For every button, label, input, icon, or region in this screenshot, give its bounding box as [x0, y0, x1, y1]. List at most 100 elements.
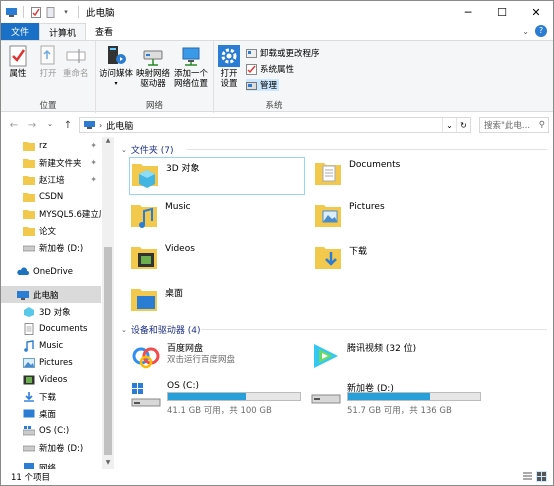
nav-item-pictures[interactable]: Pictures [1, 354, 101, 371]
group-location-label: 位置 [39, 101, 57, 111]
nav-item-videos[interactable]: Videos [1, 371, 101, 388]
tab-file[interactable]: 文件 [1, 23, 39, 40]
nav-item-onedrive[interactable]: OneDrive [1, 263, 101, 280]
map-drive-button[interactable]: 映射网络 驱动器 [136, 45, 170, 89]
devices-header-label: 设备和驱动器 (4) [130, 326, 201, 336]
pin-icon: ✦ [90, 175, 97, 184]
map-drive-label-1: 映射网络 [136, 69, 171, 79]
nav-item-desktop[interactable]: 桌面 [1, 405, 101, 422]
content-pane: ⌄ 文件夹 (7) 3D 对象 Documents Music Pictures… [117, 137, 553, 469]
folder-videos[interactable]: Videos [129, 241, 309, 279]
uninstall-icon [246, 48, 257, 58]
3d-folder-icon [132, 164, 158, 188]
open-button[interactable]: 打开 [37, 45, 59, 79]
manage-button[interactable]: 管理 [246, 79, 280, 91]
nav-item-mysql[interactable]: MYSQL5.6建立库 [1, 205, 101, 222]
device-baidu-netdisk[interactable]: 百度网盘 双击运行百度网盘 [131, 339, 311, 379]
nav-scrollbar[interactable]: ▲ ▼ [102, 137, 114, 469]
search-box[interactable]: 搜索"此电... ⚲ [479, 117, 549, 133]
folder-documents[interactable]: Documents [313, 157, 493, 195]
nav-item-drive-d-quick[interactable]: 新加卷 (D:) [1, 239, 101, 256]
drive-icon [311, 394, 341, 404]
address-bar[interactable]: › 此电脑 ⌄ ↻ [79, 117, 471, 133]
nav-item-thesis[interactable]: 论文 [1, 222, 101, 239]
folders-section-header[interactable]: ⌄ 文件夹 (7) [121, 143, 174, 157]
folder-icon [23, 175, 35, 185]
folder-icon [23, 158, 35, 168]
tencent-name: 腾讯视频 (32 位) [347, 344, 417, 354]
nav-item-rz[interactable]: rz ✦ [1, 137, 101, 154]
tab-computer[interactable]: 计算机 [39, 23, 87, 40]
pin-icon: ✦ [90, 158, 97, 167]
group-system: 打开 设置 卸载或更改程序 系统属性 管理 系统 [214, 41, 334, 113]
uninstall-button[interactable]: 卸载或更改程序 [246, 47, 320, 59]
nav-item-music[interactable]: Music [1, 337, 101, 354]
refresh-icon[interactable]: ↻ [456, 118, 470, 132]
properties-icon[interactable] [30, 6, 42, 18]
ribbon: 属性 打开 重命名 位置 访问媒体 ▾ 映射网络 驱动器 添加一个 网络位置 网… [1, 40, 553, 113]
forward-button[interactable]: → [25, 120, 39, 131]
folder-icon [23, 209, 35, 219]
recent-locations-chevron-icon[interactable]: ⌄ [43, 120, 57, 131]
device-tencent-video[interactable]: 腾讯视频 (32 位) [311, 339, 491, 379]
tencent-video-icon [314, 344, 338, 368]
nav-item-new-folder[interactable]: 新建文件夹 ✦ [1, 154, 101, 171]
up-button[interactable]: ↑ [61, 120, 75, 131]
system-properties-icon [246, 63, 257, 75]
nav-item-drive-c[interactable]: OS (C:) [1, 422, 101, 439]
nav-item-documents[interactable]: Documents [1, 320, 101, 337]
address-row: ← → ⌄ ↑ › 此电脑 ⌄ ↻ 搜索"此电... ⚲ [1, 113, 553, 137]
nav-item-3d[interactable]: 3D 对象 [1, 303, 101, 320]
folder-downloads[interactable]: 下载 [313, 241, 493, 279]
minimize-button[interactable]: ─ [451, 1, 485, 23]
back-button[interactable]: ← [7, 120, 21, 131]
folder-icon [23, 192, 35, 202]
breadcrumb-this-pc[interactable]: 此电脑 [106, 119, 133, 132]
devices-section-header[interactable]: ⌄ 设备和驱动器 (4) [121, 323, 201, 337]
scroll-down-icon[interactable]: ▼ [102, 459, 114, 469]
music-icon [24, 339, 34, 352]
group-network: 访问媒体 ▾ 映射网络 驱动器 添加一个 网络位置 网络 [96, 41, 214, 113]
maximize-button[interactable]: ☐ [485, 1, 519, 23]
nav-item-drive-d[interactable]: 新加卷 (D:) [1, 439, 101, 456]
access-media-button[interactable]: 访问媒体 ▾ [99, 45, 133, 89]
search-icon: ⚲ [538, 120, 545, 130]
new-folder-icon[interactable] [45, 6, 57, 18]
properties-button[interactable]: 属性 [7, 45, 29, 79]
search-placeholder: 搜索"此电... [484, 121, 531, 131]
details-view-icon[interactable] [522, 471, 533, 482]
device-drive-c[interactable]: OS (C:) 41.1 GB 可用，共 100 GB [131, 379, 311, 419]
address-dropdown-icon[interactable]: ⌄ [442, 118, 456, 132]
scroll-up-icon[interactable]: ▲ [102, 137, 114, 147]
device-drive-d[interactable]: 新加卷 (D:) 51.7 GB 可用，共 136 GB [311, 379, 491, 419]
properties-label: 属性 [9, 69, 27, 79]
add-network-location-button[interactable]: 添加一个 网络位置 [174, 45, 208, 89]
title-bar: ▾ 此电脑 ─ ☐ ✕ [1, 1, 553, 23]
close-button[interactable]: ✕ [519, 1, 553, 23]
folder-3d-objects[interactable]: 3D 对象 [129, 157, 305, 195]
rename-button[interactable]: 重命名 [63, 45, 89, 79]
folder-desktop[interactable]: 桌面 [129, 283, 309, 321]
help-icon[interactable]: ? [535, 25, 547, 37]
pc-icon [5, 6, 17, 18]
large-icons-view-icon[interactable] [536, 471, 547, 482]
desktop-folder-icon [131, 289, 157, 311]
folder-music[interactable]: Music [129, 199, 309, 237]
open-settings-button[interactable]: 打开 设置 [218, 45, 240, 89]
folder-pictures[interactable]: Pictures [313, 199, 493, 237]
customize-chevron-icon[interactable]: ▾ [60, 6, 72, 18]
nav-item-network[interactable]: 网络 [1, 459, 101, 469]
tab-view[interactable]: 查看 [86, 23, 122, 40]
settings-gear-icon [218, 45, 240, 67]
nav-item-downloads[interactable]: 下载 [1, 388, 101, 405]
system-properties-button[interactable]: 系统属性 [246, 63, 294, 75]
nav-item-csdn[interactable]: CSDN [1, 188, 101, 205]
drive-d-usage-fill [348, 393, 430, 400]
scroll-thumb[interactable] [104, 247, 112, 455]
nav-item-zhao[interactable]: 赵江培 ✦ [1, 171, 101, 188]
network-location-icon [182, 47, 200, 66]
ribbon-collapse-icon[interactable]: ⌄ [522, 27, 529, 36]
map-drive-label-2: 驱动器 [140, 79, 166, 89]
nav-item-this-pc[interactable]: 此电脑 [1, 286, 101, 303]
document-icon [24, 322, 34, 335]
